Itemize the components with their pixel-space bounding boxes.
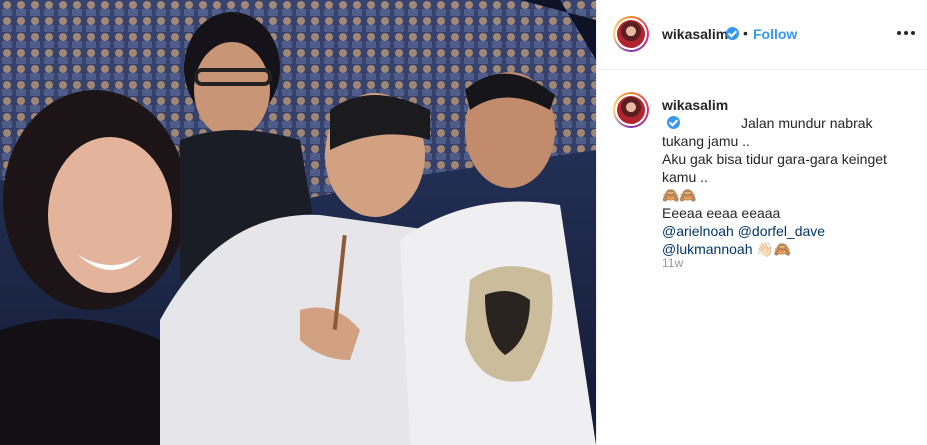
caption-emoji-line: 🙈🙈 [662,187,697,203]
post-caption: wikasalim Jalan mundur nabrak tukang jam… [662,96,912,258]
caption-line-1: Jalan mundur nabrak [741,115,873,131]
caption-line-3: Aku gak bisa tidur gara-gara keinget [662,151,887,167]
post-header: wikasalim • Follow [597,0,927,70]
caption-line-6: Eeeaa eeaa eeaaa [662,205,781,221]
verified-badge-icon [726,27,739,40]
header-username[interactable]: wikasalim [662,26,728,42]
verified-badge-icon [667,116,680,129]
more-options-icon[interactable] [897,24,915,42]
post-timestamp[interactable]: 11w [662,256,683,270]
mention-arielnoah[interactable]: @arielnoah [662,223,734,239]
post-info-panel: wikasalim • Follow wikasalim Jalan mundu… [596,0,927,445]
mention-dorfel-dave[interactable]: @dorfel_dave [738,223,825,239]
photo-illustration [0,0,596,445]
header-separator: • [743,25,748,41]
post-photo[interactable] [0,0,596,445]
mention-lukmannoah[interactable]: @lukmannoah [662,241,753,257]
follow-button[interactable]: Follow [753,26,797,42]
caption-line-4: kamu .. [662,169,708,185]
caption-avatar[interactable] [613,92,649,128]
caption-line-2: tukang jamu .. [662,133,750,149]
caption-username[interactable]: wikasalim [662,97,728,113]
caption-emoji-end: 👋🏻🙈 [756,241,792,257]
profile-avatar[interactable] [613,16,649,52]
